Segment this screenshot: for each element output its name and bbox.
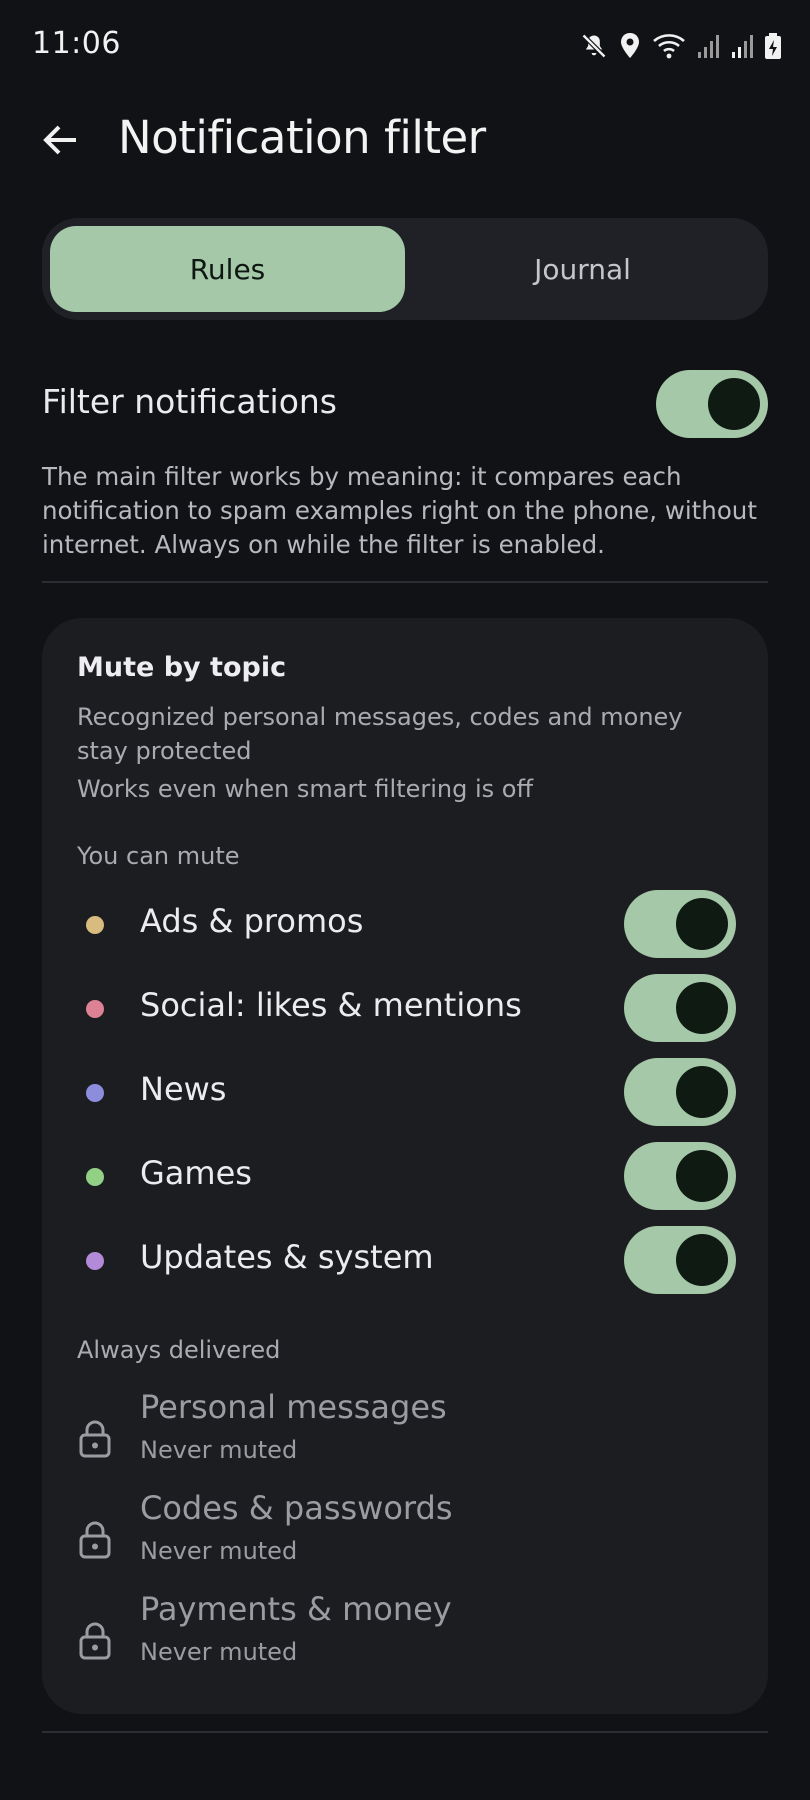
locked-row-payments: Payments & money Never muted [42,1590,768,1690]
topic-toggle-news[interactable] [624,1058,736,1126]
toggle-knob [676,898,728,950]
lock-icon [79,1622,111,1660]
mute-by-topic-card: Mute by topic Recognized personal messag… [42,618,768,1714]
locked-label: Personal messages [140,1388,447,1426]
topic-dot [86,1252,104,1270]
topic-dot [86,1000,104,1018]
topic-dot [86,1084,104,1102]
mute-icon [581,33,607,59]
filter-notifications-row: Filter notifications [42,366,768,446]
page-title: Notification filter [118,111,486,164]
lock-icon [79,1521,111,1559]
topic-label: News [140,1070,227,1108]
filter-notifications-label: Filter notifications [42,382,337,421]
topic-row-news: News [42,1050,768,1134]
locked-row-codes: Codes & passwords Never muted [42,1489,768,1589]
back-button[interactable] [28,108,92,172]
topic-label: Updates & system [140,1238,434,1276]
location-icon [621,33,639,58]
locked-label: Codes & passwords [140,1489,453,1527]
signal-icon-2 [732,35,753,58]
topic-toggle-ads[interactable] [624,890,736,958]
section-label-always: Always delivered [77,1336,281,1364]
card-subtitle: Recognized personal messages, codes and … [77,703,683,765]
signal-icon-1 [698,35,719,58]
locked-label: Payments & money [140,1590,452,1628]
topic-row-updates: Updates & system [42,1218,768,1302]
topic-row-ads: Ads & promos [42,882,768,966]
topic-toggle-social[interactable] [624,974,736,1042]
tab-rules[interactable]: Rules [50,226,405,312]
toggle-knob [676,1066,728,1118]
topic-dot [86,1168,104,1186]
section-label-mutable: You can mute [77,842,240,870]
topic-toggle-updates[interactable] [624,1226,736,1294]
locked-note: Never muted [140,1537,298,1565]
toggle-knob [676,982,728,1034]
toggle-knob [676,1234,728,1286]
divider [42,581,768,583]
topic-toggle-games[interactable] [624,1142,736,1210]
status-time: 11:06 [32,26,121,61]
toggle-knob [708,378,760,430]
battery-icon [765,33,781,59]
locked-note: Never muted [140,1436,298,1464]
back-arrow-icon [43,125,76,155]
filter-notifications-toggle[interactable] [656,370,768,438]
status-icons [580,28,782,64]
topic-label: Ads & promos [140,902,364,940]
topic-label: Social: likes & mentions [140,986,522,1024]
topic-row-games: Games [42,1134,768,1218]
topic-dot [86,916,104,934]
topic-label: Games [140,1154,252,1192]
app-header: Notification filter [0,92,810,220]
toggle-knob [676,1150,728,1202]
locked-row-personal: Personal messages Never muted [42,1388,768,1488]
lock-icon [79,1420,111,1458]
card-note: Works even when smart filtering is off [77,775,534,803]
tab-bar: Rules Journal [42,218,768,320]
tab-journal[interactable]: Journal [405,226,760,312]
wifi-icon [653,34,685,59]
topic-row-social: Social: likes & mentions [42,966,768,1050]
locked-note: Never muted [140,1638,298,1666]
status-bar: 11:06 [0,0,810,92]
filter-description: The main filter works by meaning: it com… [42,462,757,559]
divider [42,1731,768,1733]
card-title: Mute by topic [77,652,287,683]
